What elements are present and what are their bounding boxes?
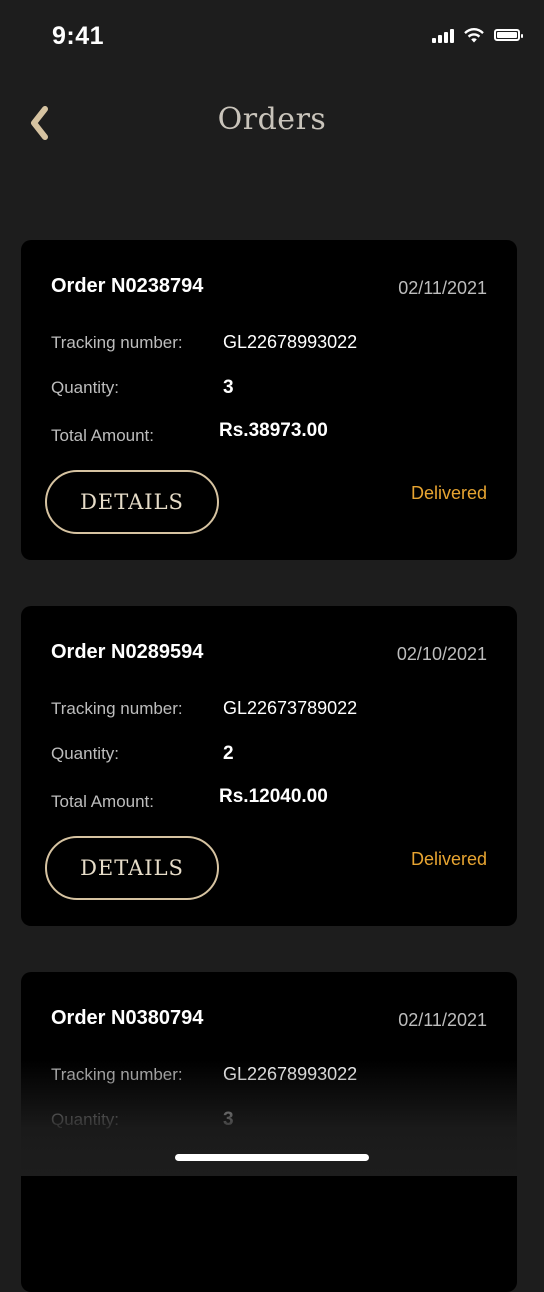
details-button[interactable]: DETAILS [45, 470, 219, 534]
tracking-label: Tracking number: [51, 1065, 183, 1084]
quantity-value: 2 [223, 743, 234, 764]
page-title: Orders [217, 102, 327, 137]
tracking-number: GL22678993022 [223, 332, 358, 352]
tracking-label: Tracking number: [51, 699, 183, 718]
status-time: 9:41 [52, 22, 105, 50]
quantity-label: Quantity: [51, 378, 120, 397]
order-card: Order N0289594 02/10/2021 Tracking numbe… [21, 606, 517, 926]
tracking-number: GL22673789022 [223, 698, 358, 718]
home-indicator[interactable] [175, 1154, 369, 1161]
tracking-number: GL22678993022 [223, 1064, 358, 1084]
signal-icon [432, 27, 454, 43]
order-number: Order N0238794 [51, 275, 204, 297]
wifi-icon [464, 27, 484, 43]
order-status: Delivered [410, 849, 487, 869]
status-icons [432, 26, 523, 44]
order-card: Order N0238794 02/11/2021 Tracking numbe… [21, 240, 517, 560]
battery-icon [494, 29, 523, 41]
order-number: Order N0289594 [51, 641, 204, 663]
quantity-label: Quantity: [51, 744, 120, 763]
status-bar: 9:41 [0, 0, 544, 70]
quantity-value: 3 [223, 377, 234, 398]
total-amount-label: Total Amount: [51, 426, 155, 445]
total-amount-value: Rs.12040.00 [219, 786, 328, 807]
order-date: 02/11/2021 [398, 1010, 487, 1030]
total-amount-value: Rs.38973.00 [219, 420, 328, 441]
order-status: Delivered [410, 483, 487, 503]
details-button[interactable]: DETAILS [45, 836, 219, 900]
order-number: Order N0380794 [51, 1007, 204, 1029]
order-date: 02/10/2021 [396, 644, 487, 664]
tracking-label: Tracking number: [51, 333, 183, 352]
quantity-value: 3 [223, 1109, 234, 1130]
quantity-label: Quantity: [51, 1110, 120, 1129]
total-amount-label: Total Amount: [51, 792, 155, 811]
order-date: 02/11/2021 [398, 278, 487, 298]
order-card: Order N0380794 02/11/2021 Tracking numbe… [21, 972, 517, 1292]
